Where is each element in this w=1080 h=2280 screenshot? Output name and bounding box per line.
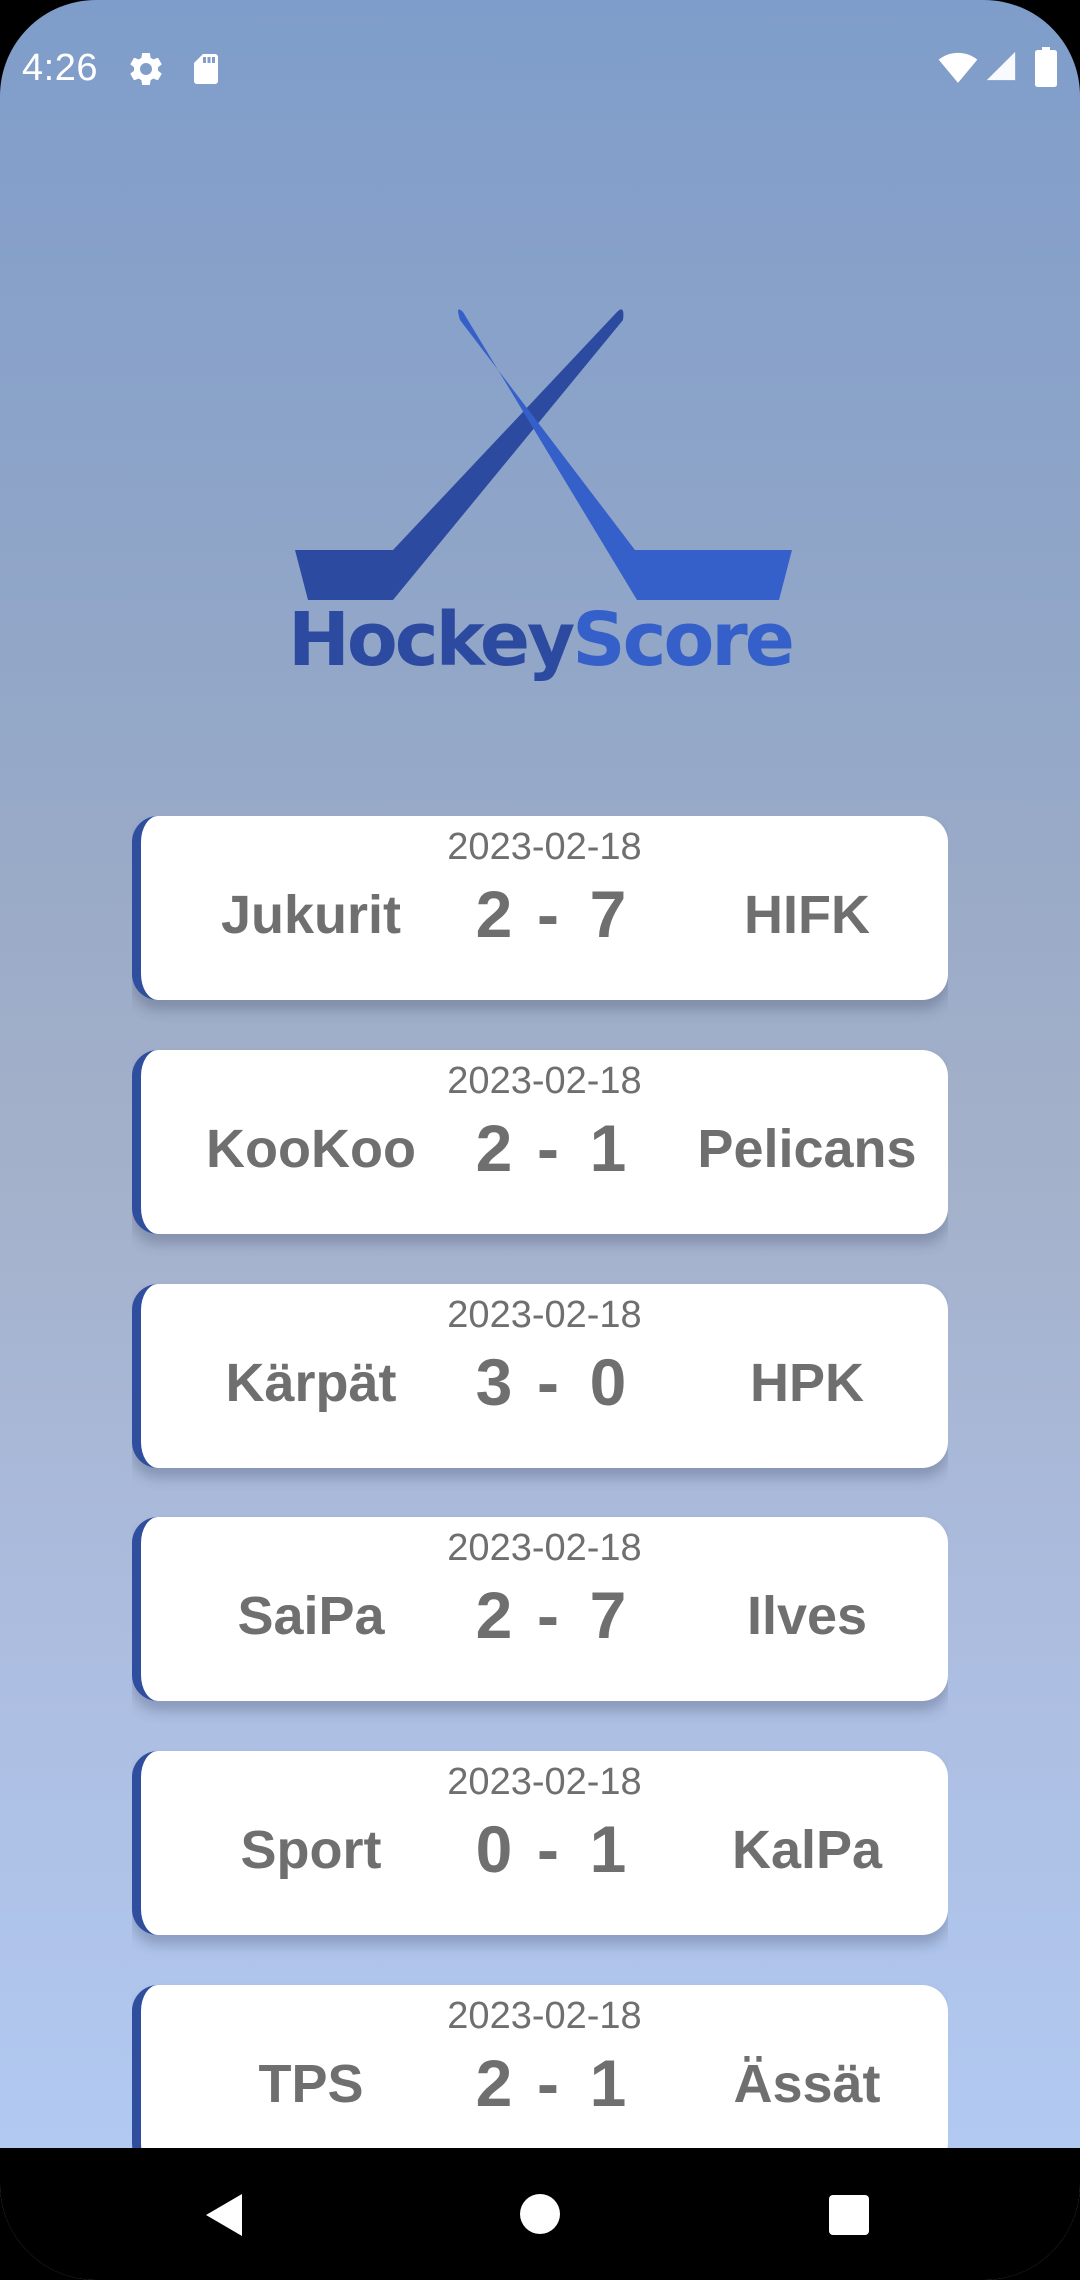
cellular-signal-icon: [984, 48, 1018, 89]
app-logo: HockeyScore: [285, 290, 795, 700]
score-separator: -: [537, 1111, 559, 1185]
home-score: 0: [475, 1812, 513, 1886]
score-separator: -: [537, 1578, 559, 1652]
game-card[interactable]: 2023-02-18 KooKoo 2 - 1 Pelicans: [132, 1050, 948, 1234]
game-date: 2023-02-18: [447, 1294, 642, 1336]
away-team: Pelicans: [697, 1119, 917, 1179]
settings-icon: [126, 49, 166, 94]
away-score: 7: [589, 1578, 627, 1652]
app-title: HockeyScore: [285, 600, 795, 680]
battery-icon: [1034, 47, 1058, 92]
away-team: HPK: [749, 1353, 864, 1413]
home-score: 2: [475, 2046, 513, 2120]
game-date: 2023-02-18: [447, 826, 642, 868]
app-title-part2: Score: [572, 597, 795, 683]
home-team: SaiPa: [237, 1586, 385, 1646]
game-date: 2023-02-18: [447, 1761, 642, 1803]
home-team: Kärpät: [225, 1353, 397, 1413]
app-screen: 4:26 HockeyScore 2023-02-18 Jukurit 2 - …: [0, 0, 1080, 2280]
back-icon[interactable]: [198, 2190, 246, 2245]
game-date: 2023-02-18: [447, 1995, 642, 2037]
wifi-icon: [938, 50, 978, 89]
navigation-bar: [0, 2148, 1080, 2280]
score-separator: -: [537, 1812, 559, 1886]
away-score: 7: [589, 877, 627, 951]
game-list[interactable]: 2023-02-18 Jukurit 2 - 7 HIFK 2023-02-18…: [132, 816, 948, 2148]
score-separator: -: [537, 2046, 559, 2120]
away-team: Ässät: [733, 2054, 881, 2114]
game-card[interactable]: 2023-02-18 Jukurit 2 - 7 HIFK: [132, 816, 948, 1000]
home-score: 2: [475, 1111, 513, 1185]
away-score: 1: [589, 1812, 627, 1886]
home-team: Jukurit: [220, 885, 402, 945]
game-date: 2023-02-18: [447, 1527, 642, 1569]
game-card[interactable]: 2023-02-18 SaiPa 2 - 7 Ilves: [132, 1517, 948, 1701]
away-score: 1: [589, 2046, 627, 2120]
away-score: 0: [589, 1345, 627, 1419]
away-team: HIFK: [744, 885, 870, 945]
game-card[interactable]: 2023-02-18 Sport 0 - 1 KalPa: [132, 1751, 948, 1935]
status-bar: 4:26: [0, 0, 1080, 136]
home-team: KooKoo: [206, 1119, 416, 1179]
crossed-hockey-sticks-icon: [295, 309, 792, 600]
home-icon[interactable]: [519, 2193, 561, 2240]
game-date: 2023-02-18: [447, 1060, 642, 1102]
home-score: 2: [475, 877, 513, 951]
score-separator: -: [537, 1345, 559, 1419]
away-score: 1: [589, 1111, 627, 1185]
game-card[interactable]: 2023-02-18 Kärpät 3 - 0 HPK: [132, 1284, 948, 1468]
app-title-part1: Hockey: [288, 597, 575, 683]
sd-card-icon: [188, 50, 224, 93]
recents-icon[interactable]: [828, 2194, 870, 2241]
score-separator: -: [537, 877, 559, 951]
home-team: TPS: [258, 2054, 364, 2114]
home-score: 2: [475, 1578, 513, 1652]
home-score: 3: [475, 1345, 513, 1419]
status-time: 4:26: [22, 47, 98, 89]
away-team: Ilves: [746, 1586, 868, 1646]
game-card[interactable]: 2023-02-18 TPS 2 - 1 Ässät: [132, 1985, 948, 2148]
home-team: Sport: [240, 1820, 382, 1880]
away-team: KalPa: [731, 1820, 883, 1880]
